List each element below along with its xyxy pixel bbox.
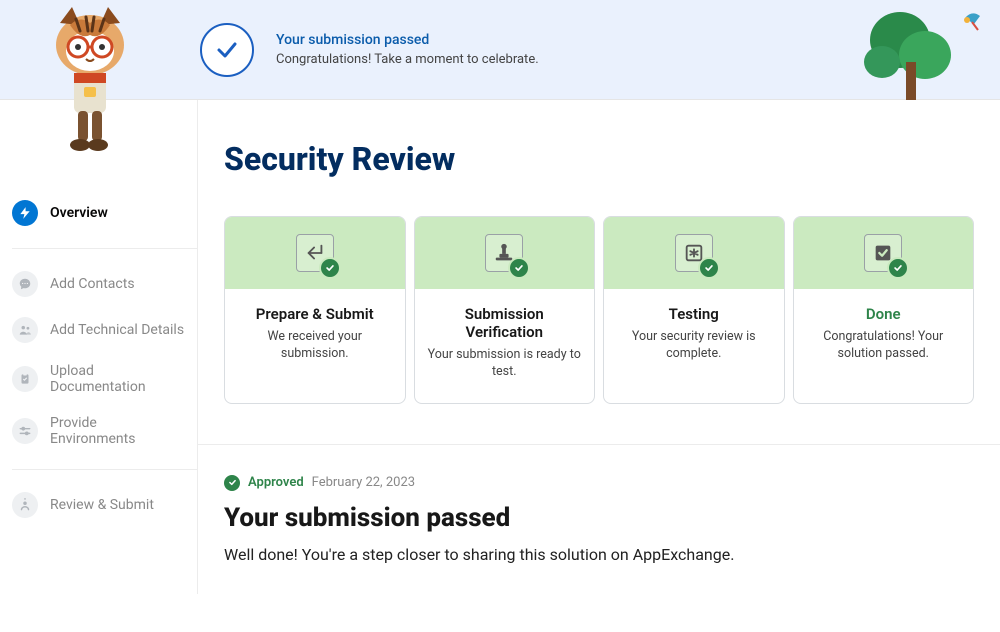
stamp-icon — [485, 234, 523, 272]
card-testing: Testing Your security review is complete… — [603, 216, 785, 404]
done-check-icon — [864, 234, 902, 272]
sidebar-separator — [12, 248, 197, 249]
divider — [198, 444, 1000, 445]
check-badge-icon — [887, 257, 909, 279]
card-header — [604, 217, 784, 289]
result-body: Well done! You're a step closer to shari… — [224, 545, 974, 564]
card-desc: Your security review is complete. — [616, 329, 772, 363]
card-desc: Congratulations! Your solution passed. — [806, 329, 962, 363]
card-prepare-submit: Prepare & Submit We received your submis… — [224, 216, 406, 404]
card-desc: Your submission is ready to test. — [427, 347, 583, 381]
card-done: Done Congratulations! Your solution pass… — [793, 216, 975, 404]
check-badge-icon — [698, 257, 720, 279]
sidebar-item-label: Overview — [50, 205, 108, 221]
sidebar-item-label: Provide Environments — [50, 415, 185, 447]
progress-cards: Prepare & Submit We received your submis… — [198, 216, 1000, 444]
check-circle-icon — [200, 23, 254, 77]
card-title: Prepare & Submit — [237, 305, 393, 323]
chat-icon — [12, 271, 38, 297]
result-section: Approved February 22, 2023 Your submissi… — [198, 475, 1000, 594]
sliders-icon — [12, 418, 38, 444]
banner: Your submission passed Congratulations! … — [0, 0, 1000, 100]
asterisk-box-icon — [675, 234, 713, 272]
sidebar-item-label: Add Contacts — [50, 276, 135, 292]
status-word: Approved — [248, 475, 304, 490]
mascot-illustration — [30, 0, 150, 165]
sidebar-item-upload-documentation[interactable]: Upload Documentation — [0, 353, 197, 405]
card-title: Submission Verification — [427, 305, 583, 341]
status-line: Approved February 22, 2023 — [224, 475, 974, 491]
sidebar-item-overview[interactable]: Overview — [0, 190, 197, 236]
sidebar: Overview Add Contacts Add Technical Deta… — [0, 100, 198, 594]
sidebar-item-technical-details[interactable]: Add Technical Details — [0, 307, 197, 353]
card-desc: We received your submission. — [237, 329, 393, 363]
banner-subtitle: Congratulations! Take a moment to celebr… — [276, 52, 539, 67]
check-badge-icon — [319, 257, 341, 279]
people-icon — [12, 317, 38, 343]
sidebar-separator — [12, 469, 197, 470]
banner-title: Your submission passed — [276, 32, 539, 48]
sidebar-item-review-submit[interactable]: Review & Submit — [0, 482, 197, 528]
sidebar-item-label: Upload Documentation — [50, 363, 185, 395]
check-badge-icon — [508, 257, 530, 279]
bolt-icon — [12, 200, 38, 226]
nature-illustration — [860, 0, 1000, 100]
sidebar-item-label: Add Technical Details — [50, 322, 184, 338]
card-header — [794, 217, 974, 289]
card-submission-verification: Submission Verification Your submission … — [414, 216, 596, 404]
card-title: Testing — [616, 305, 772, 323]
approved-check-icon — [224, 475, 240, 491]
card-header — [225, 217, 405, 289]
upload-icon — [12, 492, 38, 518]
page-title: Security Review — [224, 140, 1000, 178]
card-title: Done — [806, 305, 962, 323]
submit-icon — [296, 234, 334, 272]
clipboard-icon — [12, 366, 38, 392]
main-content: Security Review Prepare & Submit We rece… — [198, 100, 1000, 594]
status-date: February 22, 2023 — [312, 475, 415, 490]
banner-text: Your submission passed Congratulations! … — [276, 32, 539, 67]
card-header — [415, 217, 595, 289]
sidebar-item-label: Review & Submit — [50, 497, 154, 513]
result-title: Your submission passed — [224, 503, 974, 533]
sidebar-item-provide-environments[interactable]: Provide Environments — [0, 405, 197, 457]
sidebar-item-add-contacts[interactable]: Add Contacts — [0, 261, 197, 307]
